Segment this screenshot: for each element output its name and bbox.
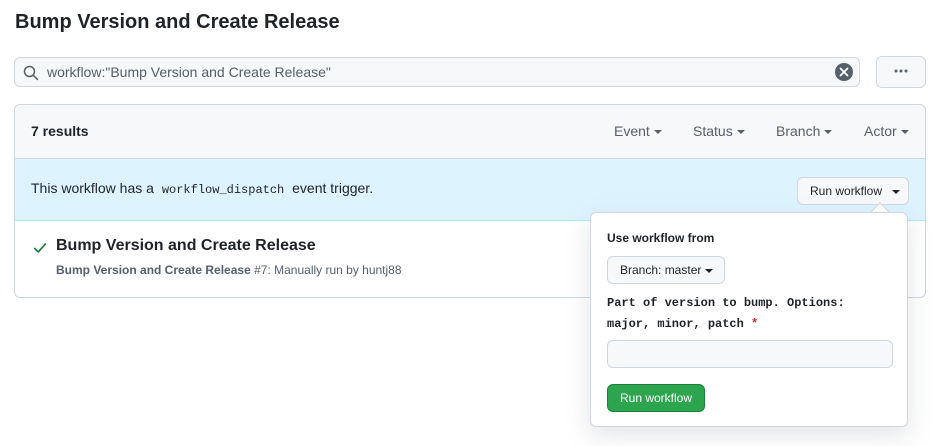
run-trigger-text: : Manually run by huntj88 [267, 263, 402, 277]
triangle-down-icon [736, 129, 745, 134]
triangle-down-icon [705, 268, 714, 273]
more-options-button[interactable] [876, 56, 926, 88]
filter-label: Event [614, 123, 650, 139]
banner-text: This workflow has a workflow_dispatch ev… [31, 180, 373, 197]
check-icon [33, 241, 47, 258]
use-workflow-from-label: Use workflow from [607, 231, 715, 245]
run-meta: Bump Version and Create Release #7: Manu… [56, 263, 402, 277]
run-workflow-label: Run workflow [810, 184, 883, 198]
page-title: Bump Version and Create Release [15, 11, 340, 33]
run-workflow-dropdown-button[interactable]: Run workflow [797, 177, 909, 205]
run-number: #7 [254, 263, 268, 277]
results-header: 7 results Event Status Branch Actor [15, 105, 925, 159]
clear-search-icon[interactable] [835, 63, 853, 81]
run-workflow-name: Bump Version and Create Release [56, 263, 251, 277]
filter-actor[interactable]: Actor [864, 123, 909, 139]
filter-status[interactable]: Status [693, 123, 745, 139]
triangle-down-icon [653, 129, 662, 134]
filter-branch[interactable]: Branch [776, 123, 833, 139]
version-input-label-line1: Part of version to bump. Options: [607, 296, 845, 310]
branch-select-button[interactable]: Branch: master [607, 256, 725, 284]
filter-label: Actor [864, 123, 897, 139]
filter-label: Status [693, 123, 733, 139]
required-marker: * [751, 317, 759, 331]
banner-text-after: event trigger. [292, 180, 374, 196]
triangle-down-icon [900, 129, 909, 134]
run-title-link[interactable]: Bump Version and Create Release [56, 237, 316, 255]
filter-label: Branch [776, 123, 821, 139]
search-input[interactable] [47, 58, 827, 86]
filter-event[interactable]: Event [614, 123, 662, 139]
results-count: 7 results [31, 123, 89, 139]
triangle-down-icon [824, 129, 833, 134]
version-input[interactable] [607, 340, 893, 368]
banner-code: workflow_dispatch [161, 183, 285, 197]
search-icon [23, 65, 39, 81]
triangle-down-icon [892, 189, 901, 194]
run-workflow-submit-button[interactable]: Run workflow [607, 384, 705, 412]
kebab-horizontal-icon [893, 63, 909, 82]
version-input-label-line2: major, minor, patch [607, 317, 744, 331]
branch-select-label: Branch: master [620, 263, 702, 277]
search-bar[interactable] [14, 57, 860, 87]
version-input-label: Part of version to bump. Options: major,… [607, 293, 887, 335]
banner-text-before: This workflow has a [31, 180, 154, 196]
run-workflow-popover: Use workflow from Branch: master Part of… [590, 212, 908, 427]
